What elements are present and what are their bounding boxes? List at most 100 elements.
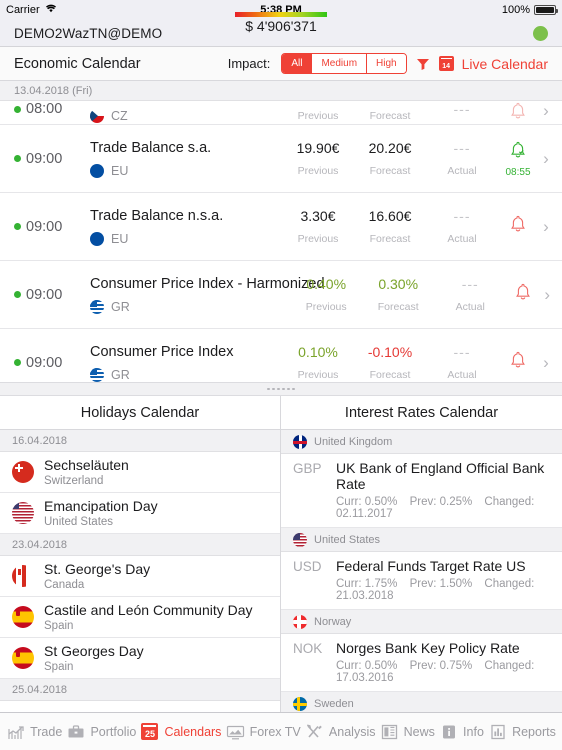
previous-cell: 0.10% Previous: [282, 344, 354, 381]
bottom-panels: Holidays Calendar 16.04.2018 Sechseläute…: [0, 396, 562, 712]
tab-label: Portfolio: [90, 724, 137, 739]
chevron-right-icon[interactable]: ›: [538, 101, 554, 121]
actual-label: Actual: [447, 369, 477, 381]
actual-cell: --- Actual: [426, 208, 498, 245]
forecast-label: Forecast: [369, 369, 411, 381]
holiday-info: Sechseläuten Switzerland: [44, 457, 129, 487]
rate-country-name: United Kingdom: [314, 436, 393, 448]
list-item[interactable]: USD Federal Funds Target Rate US Curr: 1…: [281, 552, 562, 610]
economic-events-list[interactable]: 13.04.2018 (Fri) 08:00 CZ Previous Forec…: [0, 81, 562, 382]
list-item[interactable]: Castile and León Community Day Spain: [0, 597, 280, 638]
table-row[interactable]: 09:00 Consumer Price Index - Harmonized …: [0, 261, 562, 329]
table-row[interactable]: 09:00 Consumer Price Index GR 0.10% Prev…: [0, 329, 562, 382]
holiday-country: Spain: [44, 620, 74, 633]
newspaper-icon: [380, 722, 399, 741]
tab-info[interactable]: Info: [439, 722, 484, 741]
calendar-icon[interactable]: 14: [438, 56, 454, 71]
forecast-label: Forecast: [369, 233, 411, 245]
forecast-cell: Forecast: [354, 101, 426, 124]
event-country: EU: [90, 163, 282, 178]
rate-country-header: Sweden: [281, 692, 562, 712]
chevron-right-icon[interactable]: ›: [538, 353, 554, 373]
actual-value: ---: [461, 276, 479, 292]
actual-cell: --- Actual: [426, 101, 498, 124]
impact-label: Impact:: [227, 56, 271, 71]
holiday-info: St. George's Day Canada: [44, 561, 150, 591]
event-country: GR: [90, 367, 282, 382]
tab-forex-tv[interactable]: Forex TV: [226, 722, 301, 741]
flag-es-icon: [12, 647, 34, 669]
flag-us-icon: [12, 502, 34, 524]
table-row[interactable]: 08:00 CZ Previous Forecast --- ›: [0, 101, 562, 125]
table-row[interactable]: 09:00 Trade Balance n.s.a. EU 3.30€ Prev…: [0, 193, 562, 261]
alarm-bell-button[interactable]: [498, 214, 538, 240]
actual-cell: --- Actual: [426, 344, 498, 381]
forecast-value: 0.30%: [378, 276, 419, 292]
event-time-cell: 09:00: [14, 355, 82, 371]
rate-currency-code: GBP: [293, 461, 322, 476]
tab-trade[interactable]: Trade: [6, 722, 62, 741]
list-item[interactable]: St. George's Day Canada: [0, 556, 280, 597]
tab-news[interactable]: News: [380, 722, 435, 741]
list-item[interactable]: GBP UK Bank of England Official Bank Rat…: [281, 454, 562, 528]
event-time: 08:00: [26, 101, 63, 117]
flag-gr-icon: [90, 367, 104, 382]
list-item[interactable]: Sechseläuten Switzerland: [0, 452, 280, 493]
tab-analysis[interactable]: Analysis: [305, 722, 375, 741]
actual-label: Actual: [447, 233, 477, 245]
live-calendar-button[interactable]: Live Calendar: [462, 56, 548, 72]
impact-dot-icon: [14, 105, 21, 113]
impact-segment-medium[interactable]: Medium: [312, 54, 368, 73]
tab-label: Forex TV: [249, 724, 301, 739]
tab-portfolio[interactable]: Portfolio: [66, 722, 136, 741]
alarm-bell-button[interactable]: [506, 282, 540, 308]
chart-line-icon: [6, 722, 25, 741]
battery-percent-label: 100%: [501, 4, 530, 16]
account-balance-block: $ 4'906'371: [0, 12, 562, 34]
forecast-value: 16.60€: [368, 208, 412, 224]
event-main: CZ: [82, 101, 282, 123]
alarm-bell-button[interactable]: [498, 350, 538, 376]
event-main: Consumer Price Index - Harmonized GR: [82, 276, 325, 314]
holiday-date-header: 16.04.2018: [0, 430, 280, 452]
chevron-right-icon[interactable]: ›: [538, 149, 554, 169]
event-time-cell: 09:00: [14, 151, 82, 167]
chevron-right-icon[interactable]: ›: [540, 285, 554, 305]
holidays-list[interactable]: 16.04.2018 Sechseläuten Switzerland Eman…: [0, 430, 280, 712]
event-values: Previous Forecast --- Actual: [282, 101, 498, 124]
impact-segment-all[interactable]: All: [282, 54, 313, 73]
event-time: 09:00: [26, 286, 63, 303]
list-item[interactable]: St Georges Day Spain: [0, 638, 280, 679]
list-item[interactable]: NOK Norges Bank Key Policy Rate Curr: 0.…: [281, 634, 562, 692]
chevron-right-icon[interactable]: ›: [538, 217, 554, 237]
event-values: 19.90€ Previous 20.20€ Forecast --- Actu…: [282, 140, 498, 177]
flag-ca-icon: [12, 565, 34, 587]
actual-value: ---: [453, 101, 471, 117]
rate-name: Norges Bank Key Policy Rate: [336, 640, 520, 656]
previous-label: Previous: [297, 233, 339, 245]
event-values: 0.10% Previous -0.10% Forecast --- Actua…: [282, 344, 498, 381]
holiday-name: Emancipation Day: [44, 497, 158, 514]
holiday-info: Castile and León Community Day Spain: [44, 602, 253, 632]
list-item[interactable]: Emancipation Day United States: [0, 493, 280, 534]
forecast-cell: 0.30% Forecast: [362, 276, 434, 313]
impact-segment-high[interactable]: High: [367, 54, 406, 73]
alarm-bell-button[interactable]: [498, 101, 538, 124]
impact-filter-segmented-control[interactable]: All Medium High: [281, 53, 407, 74]
forecast-label: Forecast: [377, 301, 419, 313]
table-row[interactable]: 09:00 Trade Balance s.a. EU 19.90€ Previ…: [0, 125, 562, 193]
alarm-bell-button[interactable]: 08:55: [498, 140, 538, 178]
rate-previous: Prev: 0.25%: [409, 496, 473, 508]
tools-icon: [305, 722, 324, 741]
event-time: 09:00: [26, 218, 63, 235]
connection-status-indicator: [533, 25, 548, 41]
briefcase-icon: [66, 722, 85, 741]
interest-rates-list[interactable]: United Kingdom GBP UK Bank of England Of…: [281, 430, 562, 712]
tab-reports[interactable]: Reports: [488, 722, 556, 741]
filter-icon[interactable]: [415, 56, 431, 72]
event-country: CZ: [90, 109, 282, 123]
panel-resize-handle[interactable]: [0, 382, 562, 396]
rate-country-header: United States: [281, 528, 562, 552]
event-main: Trade Balance n.s.a. EU: [82, 208, 282, 246]
tab-calendars[interactable]: 25 Calendars: [140, 722, 221, 741]
